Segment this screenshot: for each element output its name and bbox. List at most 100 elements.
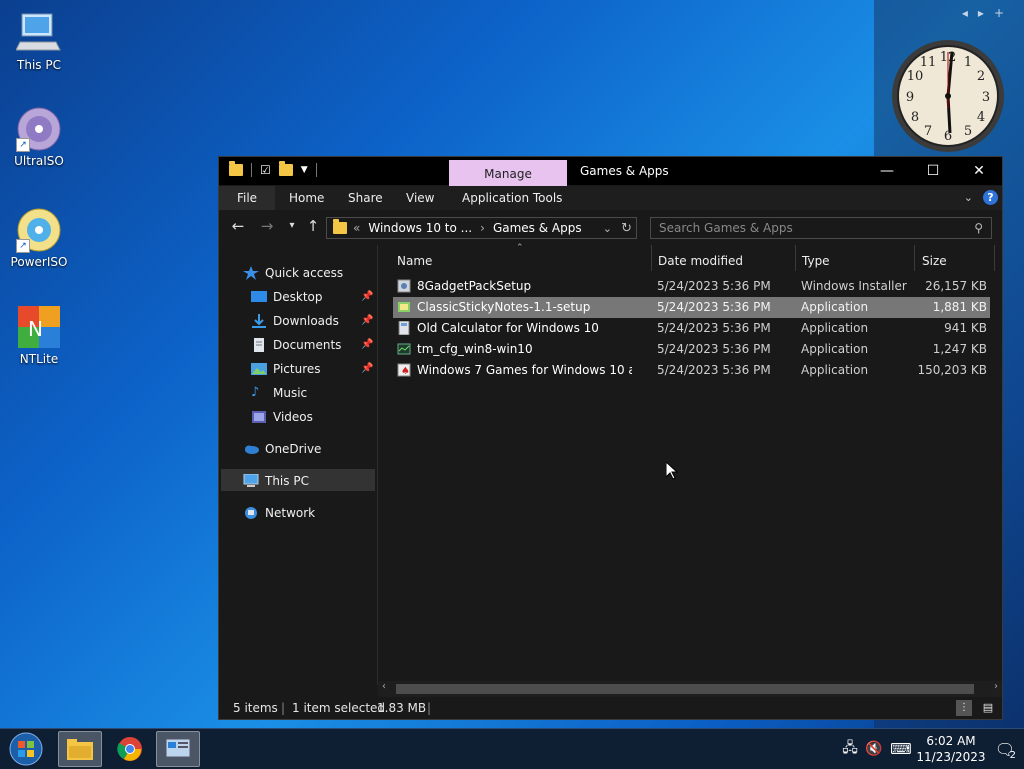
nav-documents[interactable]: Documents [251, 334, 341, 356]
tab-share[interactable]: Share [348, 186, 383, 210]
properties-icon[interactable]: ☑ [260, 163, 271, 177]
nav-videos[interactable]: Videos [251, 406, 313, 428]
up-arrow-icon[interactable]: ↑ [303, 217, 323, 235]
file-row-old-calculator[interactable]: Old Calculator for Windows 10 5/24/2023 … [393, 318, 990, 339]
network-status-icon[interactable]: 🖧 [838, 737, 862, 761]
sidebar-controls[interactable]: ◂▸+ [962, 6, 1014, 20]
start-button[interactable] [4, 731, 48, 767]
sidebar-add-button[interactable]: + [994, 6, 1014, 20]
nav-desktop[interactable]: Desktop [251, 286, 323, 308]
sidebar-next-button[interactable]: ▸ [978, 6, 994, 20]
pin-icon[interactable]: 📌 [361, 315, 373, 326]
nav-network[interactable]: Network [243, 502, 315, 524]
address-bar[interactable]: « Windows 10 to ... › Games & Apps ⌄ ↻ [326, 217, 637, 239]
details-view-icon[interactable]: ⋮ [956, 700, 972, 716]
chevron-down-icon[interactable]: ▼ [301, 165, 308, 175]
refresh-icon[interactable]: ↻ [621, 221, 632, 236]
installer-icon [397, 279, 411, 293]
tab-view[interactable]: View [406, 186, 434, 210]
large-icons-view-icon[interactable]: ▤ [980, 700, 996, 716]
nav-this-pc[interactable]: This PC [243, 470, 309, 492]
explorer-window[interactable]: ☑ ▼ Manage Games & Apps — ☐ ✕ File Home … [218, 156, 1003, 720]
svg-text:2: 2 [977, 69, 985, 84]
nav-downloads[interactable]: Downloads [251, 310, 339, 332]
file-row-8gadgetpack[interactable]: 8GadgetPackSetup 5/24/2023 5:36 PM Windo… [393, 276, 990, 297]
desktop-icon-label: PowerISO [10, 255, 68, 269]
quick-access-toolbar: ☑ ▼ [229, 161, 317, 177]
taskbar-chrome[interactable] [108, 731, 152, 767]
windows-logo-icon [9, 732, 43, 766]
desktop-icon-ntlite[interactable]: N NTLite [8, 304, 70, 366]
svg-text:N: N [28, 317, 43, 341]
forward-arrow-icon[interactable]: → [257, 217, 277, 235]
ntlite-icon: N [16, 304, 62, 350]
pin-icon[interactable]: 📌 [361, 363, 373, 374]
scroll-right-icon[interactable]: › [994, 681, 998, 692]
sidebar-prev-button[interactable]: ◂ [962, 6, 978, 20]
music-icon: ♪ [251, 385, 260, 400]
file-list[interactable]: Name ⌃ Date modified Type Size 8GadgetPa… [378, 243, 1002, 685]
nav-music[interactable]: ♪ Music [251, 382, 307, 404]
column-size[interactable]: Size [922, 250, 947, 272]
clock-time: 6:02 AM [926, 734, 976, 748]
address-overflow[interactable]: « [353, 221, 360, 235]
file-row-classic-sticky-notes[interactable]: ClassicStickyNotes-1.1-setup 5/24/2023 5… [393, 297, 990, 318]
pin-icon[interactable]: 📌 [361, 291, 373, 302]
svg-text:8: 8 [911, 110, 919, 125]
breadcrumb-windows10[interactable]: Windows 10 to ... [368, 221, 472, 235]
nav-quick-access[interactable]: Quick access [243, 262, 343, 284]
column-name[interactable]: Name [397, 250, 432, 272]
new-folder-icon[interactable] [278, 161, 293, 176]
nav-onedrive[interactable]: OneDrive [243, 438, 321, 460]
column-date-modified[interactable]: Date modified [658, 250, 743, 272]
video-icon [252, 411, 266, 423]
help-icon[interactable]: ? [983, 190, 998, 205]
clock-gadget[interactable]: 12 1 2 345 678 9 10 11 [890, 38, 1006, 154]
computer-icon [15, 10, 62, 56]
expand-ribbon-icon[interactable]: ⌄ [964, 191, 973, 204]
column-type[interactable]: Type [802, 250, 830, 272]
back-arrow-icon[interactable]: ← [228, 217, 248, 235]
desktop-icon-ultraiso[interactable]: ↗ UltraISO [8, 106, 70, 168]
desktop-icon-poweriso[interactable]: ↗ PowerISO [8, 207, 70, 269]
scrollbar-thumb[interactable] [396, 684, 974, 694]
maximize-button[interactable]: ☐ [910, 157, 956, 185]
manage-tab[interactable]: Manage [449, 160, 567, 186]
search-icon: ⚲ [974, 221, 983, 235]
file-row-windows7-games[interactable]: ♠ Windows 7 Games for Windows 10 and 8 5… [393, 360, 990, 381]
breadcrumb-separator: › [480, 221, 485, 235]
calculator-icon [398, 321, 410, 335]
keyboard-icon[interactable]: ⌨ [886, 740, 916, 758]
title-bar[interactable]: ☑ ▼ Manage Games & Apps — ☐ ✕ [219, 157, 1002, 186]
navigation-pane[interactable]: Quick access Desktop 📌 Downloads 📌 Docum… [219, 245, 378, 685]
recent-locations-icon[interactable]: ▾ [282, 220, 302, 231]
address-dropdown-icon[interactable]: ⌄ [603, 222, 612, 235]
scroll-left-icon[interactable]: ‹ [382, 681, 386, 692]
tab-home[interactable]: Home [289, 186, 324, 210]
cloud-icon [245, 445, 259, 454]
status-size: 1.83 MB [377, 701, 427, 715]
computer-icon [243, 474, 259, 487]
document-icon [254, 338, 264, 352]
nav-pictures[interactable]: Pictures [251, 358, 321, 380]
pin-icon[interactable]: 📌 [361, 339, 373, 350]
search-input[interactable]: Search Games & Apps ⚲ [650, 217, 992, 239]
close-button[interactable]: ✕ [956, 157, 1002, 185]
taskbar-file-explorer[interactable] [58, 731, 102, 767]
svg-text:7: 7 [924, 124, 932, 139]
taskbar-control-panel[interactable] [156, 731, 200, 767]
notification-center-icon[interactable]: 🗨 2 [986, 740, 1024, 761]
minimize-button[interactable]: — [864, 157, 910, 185]
taskbar-clock[interactable]: 6:02 AM 11/23/2023 [916, 733, 986, 765]
volume-muted-icon[interactable]: 🔇 [862, 741, 886, 757]
sticky-notes-icon [398, 302, 410, 312]
games-icon: ♠ [397, 363, 411, 377]
navigation-bar: ← → ▾ ↑ « Windows 10 to ... › Games & Ap… [219, 212, 1002, 244]
desktop-icon-this-pc[interactable]: This PC [8, 10, 70, 72]
tab-application-tools[interactable]: Application Tools [462, 186, 562, 210]
horizontal-scrollbar[interactable]: ‹ › [378, 681, 1002, 697]
breadcrumb-games-apps[interactable]: Games & Apps [493, 221, 582, 235]
file-row-tm-cfg[interactable]: tm_cfg_win8-win10 5/24/2023 5:36 PM Appl… [393, 339, 990, 360]
folder-icon [67, 739, 93, 760]
tab-file[interactable]: File [219, 186, 275, 210]
